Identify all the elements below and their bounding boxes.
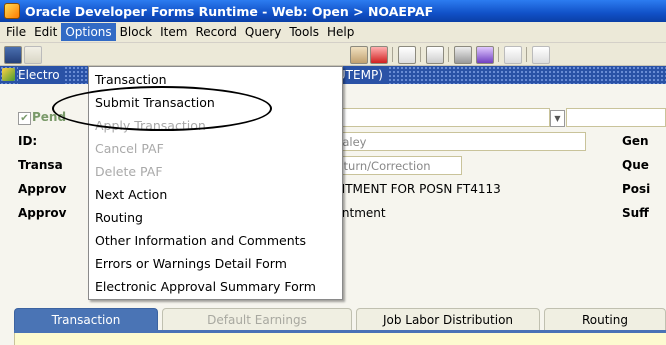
menu-item[interactable]: Item — [156, 23, 191, 41]
menu-option-next-action[interactable]: Next Action — [95, 186, 167, 204]
tab-job-labor-distribution[interactable]: Job Labor Distribution — [356, 308, 540, 330]
save-icon[interactable] — [4, 46, 22, 64]
database-icon[interactable] — [350, 46, 368, 64]
last-record-icon[interactable] — [476, 46, 494, 64]
window-title: Oracle Developer Forms Runtime - Web: Op… — [25, 3, 434, 19]
menu-help[interactable]: Help — [323, 23, 358, 41]
rollback-icon[interactable] — [24, 46, 42, 64]
suff-label: Suff — [622, 206, 649, 220]
print-icon[interactable] — [426, 46, 444, 64]
name-field[interactable]: O Haley — [316, 132, 586, 151]
tab-routing[interactable]: Routing — [544, 308, 666, 330]
return-correction-field[interactable]: Return/Correction — [324, 156, 462, 175]
menu-record[interactable]: Record — [191, 23, 240, 41]
menu-file[interactable]: File — [2, 23, 30, 41]
app-icon — [4, 3, 20, 19]
menu-options[interactable]: Options — [61, 23, 116, 41]
title-bar: Oracle Developer Forms Runtime - Web: Op… — [0, 0, 666, 22]
highlight-oval — [52, 86, 272, 131]
que-label: Que — [622, 158, 649, 172]
clear-icon[interactable] — [370, 46, 388, 64]
approval-label-1: Approv — [18, 182, 67, 196]
approval-label-2: Approv — [18, 206, 67, 220]
print-preview-icon[interactable] — [398, 46, 416, 64]
next-block-icon[interactable] — [532, 46, 550, 64]
tab-default-earnings[interactable]: Default Earnings — [162, 308, 352, 330]
pending-field-right[interactable] — [566, 108, 666, 127]
gen-label: Gen — [622, 134, 649, 148]
menu-option-cancel-paf[interactable]: Cancel PAF — [95, 140, 164, 158]
tab-content-area — [14, 333, 666, 345]
form-title: Electro — [18, 66, 64, 84]
menu-query[interactable]: Query — [241, 23, 285, 41]
form-icon — [2, 68, 15, 81]
previous-block-icon[interactable] — [504, 46, 522, 64]
menu-edit[interactable]: Edit — [30, 23, 61, 41]
pending-field[interactable] — [312, 108, 550, 127]
menu-option-errors-warnings[interactable]: Errors or Warnings Detail Form — [95, 255, 287, 273]
tab-transaction[interactable]: Transaction — [14, 308, 158, 330]
pending-dropdown-icon[interactable]: ▼ — [550, 110, 565, 127]
posi-label: Posi — [622, 182, 651, 196]
toolbar — [0, 43, 666, 66]
first-record-icon[interactable] — [454, 46, 472, 64]
menu-option-routing[interactable]: Routing — [95, 209, 143, 227]
id-label: ID: — [18, 134, 38, 148]
pending-checkbox[interactable]: ✔ — [18, 112, 31, 125]
menu-bar: File Edit Options Block Item Record Quer… — [0, 22, 666, 43]
menu-option-delete-paf[interactable]: Delete PAF — [95, 163, 163, 181]
transaction-label: Transa — [18, 158, 63, 172]
menu-tools[interactable]: Tools — [285, 23, 323, 41]
menu-option-other-information[interactable]: Other Information and Comments — [95, 232, 306, 250]
menu-block[interactable]: Block — [116, 23, 156, 41]
appointment-text: POINTMENT FOR POSN FT4113 — [316, 182, 501, 196]
menu-option-electronic-approval[interactable]: Electronic Approval Summary Form — [95, 278, 316, 296]
